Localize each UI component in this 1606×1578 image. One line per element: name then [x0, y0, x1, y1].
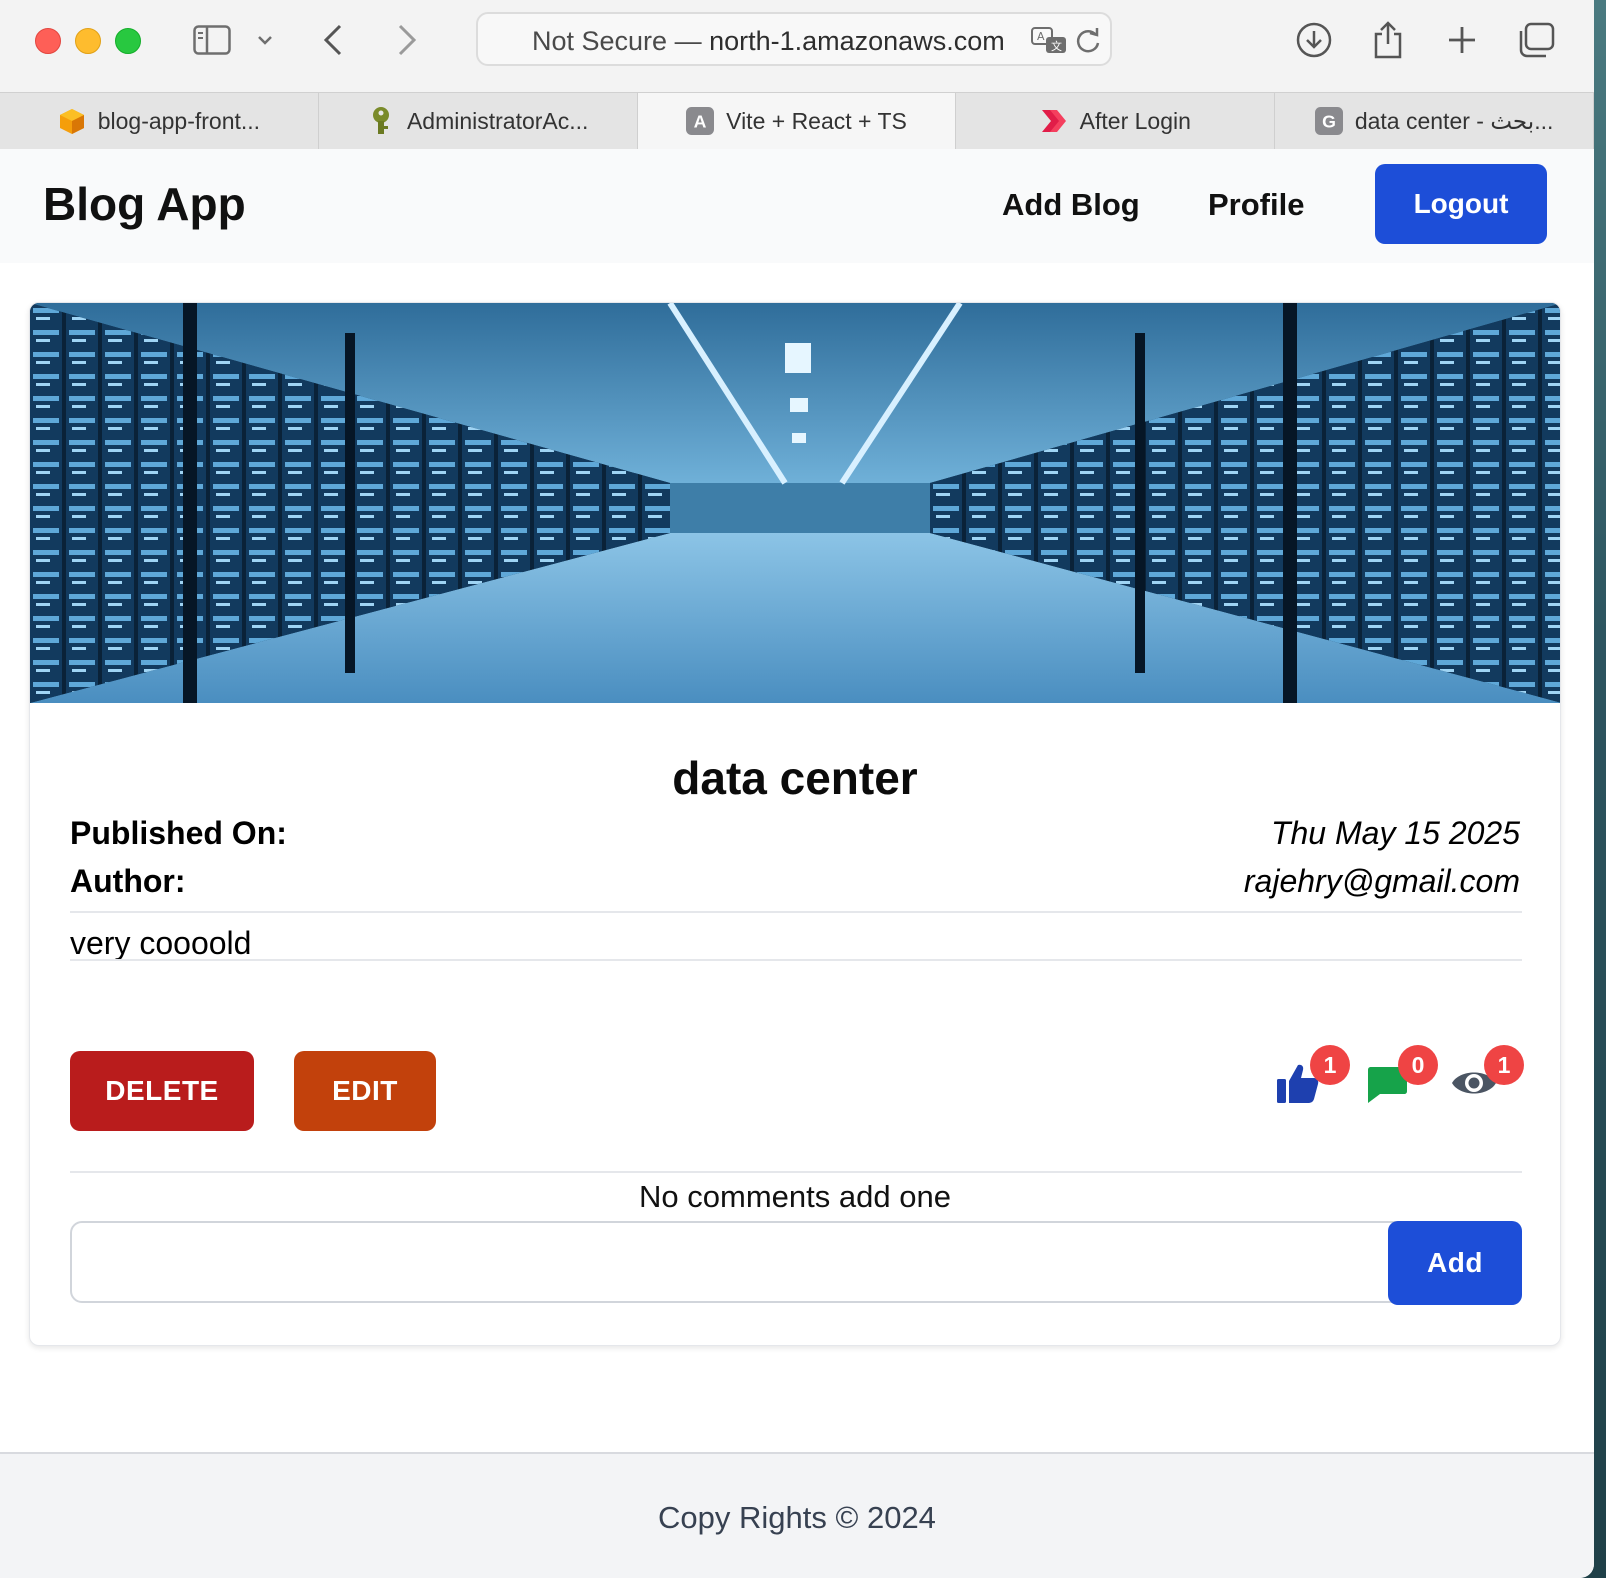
svg-text:文: 文: [1051, 39, 1062, 53]
back-icon[interactable]: [318, 18, 348, 62]
author-email: rajehry@gmail.com: [1243, 863, 1520, 899]
post-title: data center: [672, 752, 918, 804]
comment-count-badge: 0: [1398, 1045, 1438, 1085]
tab-vite-react-ts[interactable]: A Vite + React + TS: [637, 93, 957, 149]
like-stat[interactable]: 1: [1276, 1045, 1350, 1105]
comment-stat[interactable]: 0: [1364, 1045, 1438, 1105]
minimize-window-button[interactable]: [75, 28, 101, 54]
page-footer: Copy Rights © 2024: [0, 1452, 1594, 1578]
edit-button[interactable]: EDIT: [294, 1051, 436, 1131]
aws-cube-icon: [58, 107, 86, 135]
view-count-badge: 1: [1484, 1045, 1524, 1085]
letter-g-icon: G: [1314, 107, 1343, 135]
download-icon[interactable]: [1294, 18, 1334, 62]
author-label: Author:: [70, 863, 186, 899]
favicon-letter-g: G: [1322, 112, 1336, 132]
share-icon[interactable]: [1368, 18, 1408, 62]
browser-toolbar: Not Secure — north-1.amazonaws.com A文: [0, 0, 1594, 92]
zoom-window-button[interactable]: [115, 28, 141, 54]
logout-button[interactable]: Logout: [1375, 164, 1547, 244]
tab-overview-icon[interactable]: [1516, 18, 1556, 62]
profile-link[interactable]: Profile: [1208, 187, 1304, 223]
divider: [70, 911, 1522, 913]
browser-window: Not Secure — north-1.amazonaws.com A文 bl…: [0, 0, 1594, 1578]
published-date: Thu May 15 2025: [1270, 815, 1520, 851]
address-bar[interactable]: Not Secure — north-1.amazonaws.com A文: [476, 12, 1112, 66]
blog-post-card: data center Published On: Thu May 15 202…: [29, 302, 1561, 1346]
no-comments-message: No comments add one: [639, 1179, 951, 1214]
add-blog-link[interactable]: Add Blog: [1002, 187, 1140, 223]
letter-a-icon: A: [686, 107, 715, 135]
view-stat[interactable]: 1: [1450, 1045, 1524, 1105]
svg-text:A: A: [1037, 30, 1045, 43]
tab-blog-app-frontend[interactable]: blog-app-front...: [0, 93, 319, 149]
tab-label: Vite + React + TS: [726, 107, 907, 134]
key-icon: [367, 107, 395, 135]
post-image: [30, 303, 1560, 703]
close-window-button[interactable]: [35, 28, 61, 54]
tab-bar: blog-app-front... AdministratorAc... A V…: [0, 92, 1594, 150]
new-tab-icon[interactable]: [1444, 18, 1480, 62]
favicon-letter-a: A: [694, 112, 707, 132]
tab-label: data center - بحث...: [1354, 107, 1554, 134]
not-secure-label: Not Secure —: [532, 26, 710, 56]
app-navbar: Blog App Add Blog Profile Logout: [0, 149, 1594, 263]
tab-administrator-access[interactable]: AdministratorAc...: [319, 93, 638, 149]
sidebar-toggle-icon[interactable]: [190, 18, 234, 62]
delete-button[interactable]: DELETE: [70, 1051, 254, 1131]
url-host: north-1.amazonaws.com: [709, 26, 1005, 56]
brand-title[interactable]: Blog App: [43, 177, 246, 231]
comment-input[interactable]: [70, 1221, 1442, 1303]
tab-label: blog-app-front...: [97, 107, 261, 134]
chevron-down-icon[interactable]: [254, 18, 276, 62]
tab-after-login[interactable]: After Login: [956, 93, 1276, 149]
url-text: Not Secure — north-1.amazonaws.com: [532, 26, 1005, 57]
tab-label: After Login: [1079, 107, 1191, 134]
like-count-badge: 1: [1310, 1045, 1350, 1085]
published-label: Published On:: [70, 815, 287, 851]
forward-icon[interactable]: [392, 18, 422, 62]
divider: [70, 959, 1522, 961]
divider: [70, 1171, 1522, 1173]
reload-icon[interactable]: [1074, 26, 1102, 61]
chevrons-icon: [1040, 107, 1068, 135]
post-body: very coooold: [70, 925, 252, 961]
tab-label: AdministratorAc...: [406, 107, 589, 134]
copyright-text: Copy Rights © 2024: [658, 1500, 936, 1535]
tab-data-center-search[interactable]: G data center - بحث...: [1275, 93, 1594, 149]
translate-icon[interactable]: A文: [1030, 26, 1068, 61]
add-comment-button[interactable]: Add: [1388, 1221, 1522, 1305]
